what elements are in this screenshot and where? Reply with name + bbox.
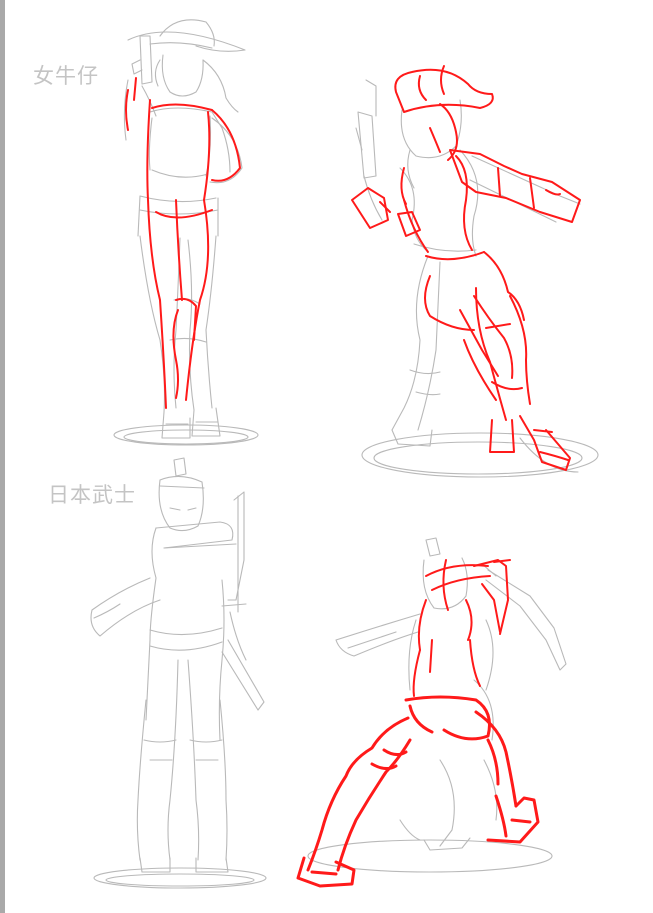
- sketch-canvas: 女牛仔 日本武士: [0, 0, 653, 913]
- samurai-standing-sketch: [90, 457, 267, 889]
- sketch-artwork: [90, 19, 599, 889]
- cowgirl-dynamic-sketch: [355, 79, 599, 478]
- cowgirl-dynamic-gesture: [351, 65, 581, 471]
- samurai-dynamic-gesture: [412, 559, 511, 697]
- samurai-dynamic-legs-gesture: [296, 695, 540, 888]
